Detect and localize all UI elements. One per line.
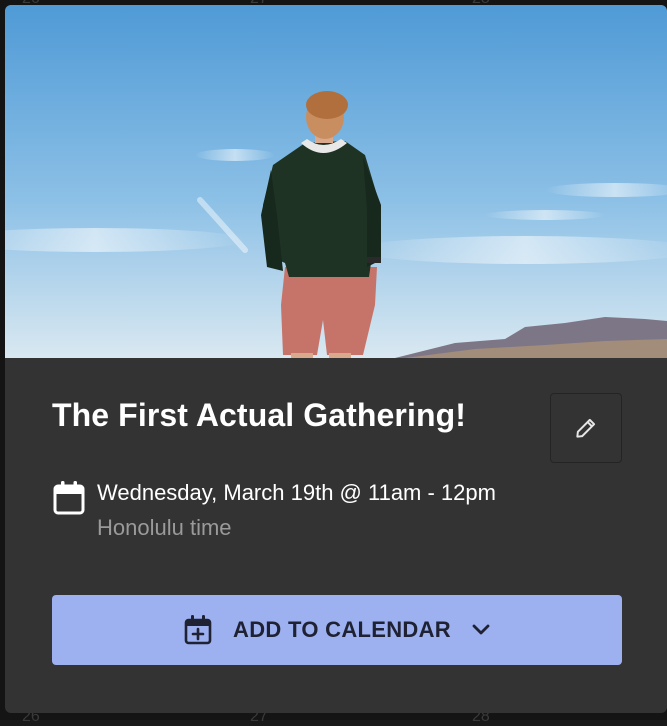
calendar-icon bbox=[53, 481, 85, 515]
add-to-calendar-label: ADD TO CALENDAR bbox=[233, 617, 451, 642]
calendar-add-icon bbox=[184, 615, 212, 645]
chevron-down-icon[interactable] bbox=[471, 623, 491, 637]
add-to-calendar-button[interactable]: ADD TO CALENDAR bbox=[52, 595, 622, 665]
event-date-row: Wednesday, March 19th @ 11am - 12pm Hono… bbox=[52, 478, 496, 543]
edit-event-button[interactable] bbox=[550, 393, 622, 463]
event-timezone: Honolulu time bbox=[97, 515, 232, 540]
pencil-icon bbox=[576, 418, 596, 438]
event-date: Wednesday, March 19th @ 11am - 12pm bbox=[97, 480, 496, 505]
event-card: The First Actual Gathering! Wednesday, M… bbox=[5, 5, 667, 713]
event-title: The First Actual Gathering! bbox=[52, 397, 466, 433]
event-cover-image bbox=[5, 5, 667, 358]
